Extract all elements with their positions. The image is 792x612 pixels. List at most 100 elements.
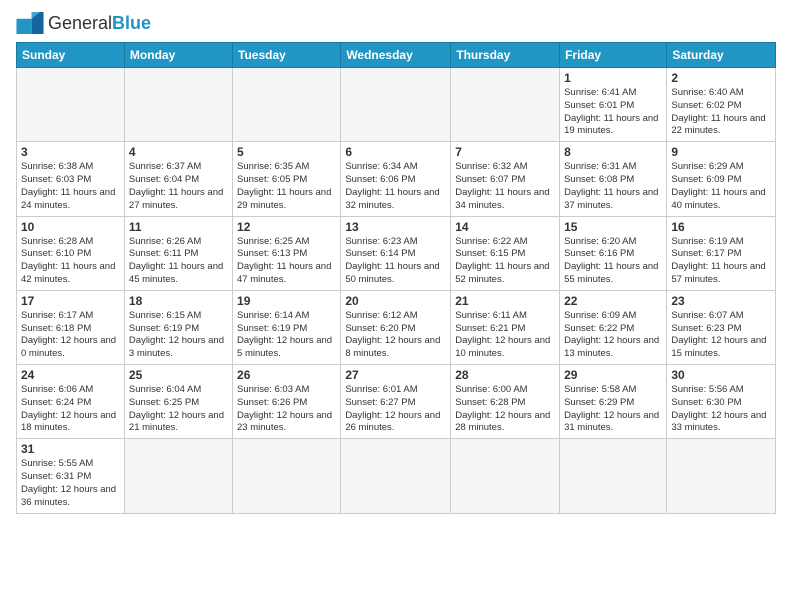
day-info: Sunrise: 6:35 AM Sunset: 6:05 PM Dayligh… [237, 161, 336, 212]
day-number: 17 [21, 294, 120, 308]
day-info: Sunrise: 6:06 AM Sunset: 6:24 PM Dayligh… [21, 384, 120, 435]
calendar-page: GeneralBlue SundayMondayTuesdayWednesday… [0, 0, 792, 612]
calendar-cell: 19 Sunrise: 6:14 AM Sunset: 6:19 PM Dayli… [233, 290, 341, 364]
day-info: Sunrise: 6:00 AM Sunset: 6:28 PM Dayligh… [455, 384, 555, 435]
day-info: Sunrise: 6:01 AM Sunset: 6:27 PM Dayligh… [345, 384, 446, 435]
calendar-week-3: 10Sunrise: 6:28 AM Sunset: 6:10 PM Dayli… [17, 216, 776, 290]
day-number: 5 [237, 145, 336, 159]
day-info: Sunrise: 6:15 AM Sunset: 6:19 PM Dayligh… [129, 310, 228, 361]
weekday-thursday: Thursday [451, 43, 560, 68]
calendar-week-4: 17 Sunrise: 6:17 AM Sunset: 6:18 PM Dayli… [17, 290, 776, 364]
day-number: 7 [455, 145, 555, 159]
calendar-cell: 6 Sunrise: 6:34 AM Sunset: 6:06 PM Daylig… [341, 142, 451, 216]
day-info: Sunrise: 6:37 AM Sunset: 6:04 PM Dayligh… [129, 161, 228, 212]
calendar-cell [233, 68, 341, 142]
day-number: 19 [237, 294, 336, 308]
day-info: Sunrise: 6:34 AM Sunset: 6:06 PM Dayligh… [345, 161, 446, 212]
calendar-cell: 17 Sunrise: 6:17 AM Sunset: 6:18 PM Dayli… [17, 290, 125, 364]
calendar-cell: 23 Sunrise: 6:07 AM Sunset: 6:23 PM Dayli… [667, 290, 776, 364]
calendar-cell: 31Sunrise: 5:55 AM Sunset: 6:31 PM Dayli… [17, 439, 125, 513]
calendar-cell: 2 Sunrise: 6:40 AM Sunset: 6:02 PM Daylig… [667, 68, 776, 142]
logo: GeneralBlue [16, 12, 151, 34]
day-info: Sunrise: 6:40 AM Sunset: 6:02 PM Dayligh… [671, 87, 771, 138]
calendar-cell: 12 Sunrise: 6:25 AM Sunset: 6:13 PM Dayli… [233, 216, 341, 290]
calendar-cell [451, 68, 560, 142]
logo-text: GeneralBlue [48, 13, 151, 34]
day-info: Sunrise: 6:19 AM Sunset: 6:17 PM Dayligh… [671, 236, 771, 287]
weekday-wednesday: Wednesday [341, 43, 451, 68]
day-number: 21 [455, 294, 555, 308]
day-number: 29 [564, 368, 662, 382]
calendar-cell [124, 68, 232, 142]
calendar-cell: 5 Sunrise: 6:35 AM Sunset: 6:05 PM Daylig… [233, 142, 341, 216]
calendar-cell: 1 Sunrise: 6:41 AM Sunset: 6:01 PM Daylig… [560, 68, 667, 142]
day-info: Sunrise: 6:32 AM Sunset: 6:07 PM Dayligh… [455, 161, 555, 212]
calendar-cell: 8Sunrise: 6:31 AM Sunset: 6:08 PM Daylig… [560, 142, 667, 216]
calendar-cell: 9 Sunrise: 6:29 AM Sunset: 6:09 PM Daylig… [667, 142, 776, 216]
calendar-cell: 26Sunrise: 6:03 AM Sunset: 6:26 PM Dayli… [233, 365, 341, 439]
weekday-friday: Friday [560, 43, 667, 68]
day-number: 4 [129, 145, 228, 159]
calendar-body: 1 Sunrise: 6:41 AM Sunset: 6:01 PM Daylig… [17, 68, 776, 514]
day-number: 30 [671, 368, 771, 382]
day-number: 26 [237, 368, 336, 382]
calendar-cell [451, 439, 560, 513]
day-number: 27 [345, 368, 446, 382]
calendar-cell: 24Sunrise: 6:06 AM Sunset: 6:24 PM Dayli… [17, 365, 125, 439]
day-number: 14 [455, 220, 555, 234]
calendar-cell [341, 439, 451, 513]
calendar-cell: 14Sunrise: 6:22 AM Sunset: 6:15 PM Dayli… [451, 216, 560, 290]
day-info: Sunrise: 6:26 AM Sunset: 6:11 PM Dayligh… [129, 236, 228, 287]
day-number: 23 [671, 294, 771, 308]
day-number: 1 [564, 71, 662, 85]
day-info: Sunrise: 6:31 AM Sunset: 6:08 PM Dayligh… [564, 161, 662, 212]
day-info: Sunrise: 6:14 AM Sunset: 6:19 PM Dayligh… [237, 310, 336, 361]
day-number: 9 [671, 145, 771, 159]
calendar-cell: 3 Sunrise: 6:38 AM Sunset: 6:03 PM Daylig… [17, 142, 125, 216]
calendar-week-5: 24Sunrise: 6:06 AM Sunset: 6:24 PM Dayli… [17, 365, 776, 439]
calendar-table: SundayMondayTuesdayWednesdayThursdayFrid… [16, 42, 776, 514]
calendar-cell [124, 439, 232, 513]
calendar-cell: 29 Sunrise: 5:58 AM Sunset: 6:29 PM Dayli… [560, 365, 667, 439]
day-info: Sunrise: 5:56 AM Sunset: 6:30 PM Dayligh… [671, 384, 771, 435]
calendar-week-2: 3 Sunrise: 6:38 AM Sunset: 6:03 PM Daylig… [17, 142, 776, 216]
calendar-week-6: 31Sunrise: 5:55 AM Sunset: 6:31 PM Dayli… [17, 439, 776, 513]
calendar-cell [560, 439, 667, 513]
day-info: Sunrise: 6:25 AM Sunset: 6:13 PM Dayligh… [237, 236, 336, 287]
calendar-header: SundayMondayTuesdayWednesdayThursdayFrid… [17, 43, 776, 68]
calendar-cell [341, 68, 451, 142]
day-info: Sunrise: 6:11 AM Sunset: 6:21 PM Dayligh… [455, 310, 555, 361]
day-number: 2 [671, 71, 771, 85]
day-info: Sunrise: 5:58 AM Sunset: 6:29 PM Dayligh… [564, 384, 662, 435]
calendar-cell: 7 Sunrise: 6:32 AM Sunset: 6:07 PM Daylig… [451, 142, 560, 216]
calendar-cell: 21 Sunrise: 6:11 AM Sunset: 6:21 PM Dayli… [451, 290, 560, 364]
day-number: 28 [455, 368, 555, 382]
calendar-cell [17, 68, 125, 142]
day-number: 12 [237, 220, 336, 234]
day-info: Sunrise: 6:38 AM Sunset: 6:03 PM Dayligh… [21, 161, 120, 212]
day-info: Sunrise: 6:41 AM Sunset: 6:01 PM Dayligh… [564, 87, 662, 138]
day-info: Sunrise: 6:07 AM Sunset: 6:23 PM Dayligh… [671, 310, 771, 361]
weekday-monday: Monday [124, 43, 232, 68]
day-number: 6 [345, 145, 446, 159]
day-number: 16 [671, 220, 771, 234]
calendar-cell: 22Sunrise: 6:09 AM Sunset: 6:22 PM Dayli… [560, 290, 667, 364]
day-number: 15 [564, 220, 662, 234]
calendar-week-1: 1 Sunrise: 6:41 AM Sunset: 6:01 PM Daylig… [17, 68, 776, 142]
logo-icon [16, 12, 44, 34]
day-number: 31 [21, 442, 120, 456]
day-number: 25 [129, 368, 228, 382]
day-number: 3 [21, 145, 120, 159]
day-info: Sunrise: 6:17 AM Sunset: 6:18 PM Dayligh… [21, 310, 120, 361]
weekday-sunday: Sunday [17, 43, 125, 68]
calendar-cell: 10Sunrise: 6:28 AM Sunset: 6:10 PM Dayli… [17, 216, 125, 290]
header: GeneralBlue [16, 12, 776, 34]
calendar-cell: 13Sunrise: 6:23 AM Sunset: 6:14 PM Dayli… [341, 216, 451, 290]
calendar-cell: 27 Sunrise: 6:01 AM Sunset: 6:27 PM Dayli… [341, 365, 451, 439]
calendar-cell [667, 439, 776, 513]
day-info: Sunrise: 6:29 AM Sunset: 6:09 PM Dayligh… [671, 161, 771, 212]
calendar-cell: 25Sunrise: 6:04 AM Sunset: 6:25 PM Dayli… [124, 365, 232, 439]
calendar-cell: 28 Sunrise: 6:00 AM Sunset: 6:28 PM Dayli… [451, 365, 560, 439]
calendar-cell: 15 Sunrise: 6:20 AM Sunset: 6:16 PM Dayli… [560, 216, 667, 290]
day-info: Sunrise: 6:20 AM Sunset: 6:16 PM Dayligh… [564, 236, 662, 287]
